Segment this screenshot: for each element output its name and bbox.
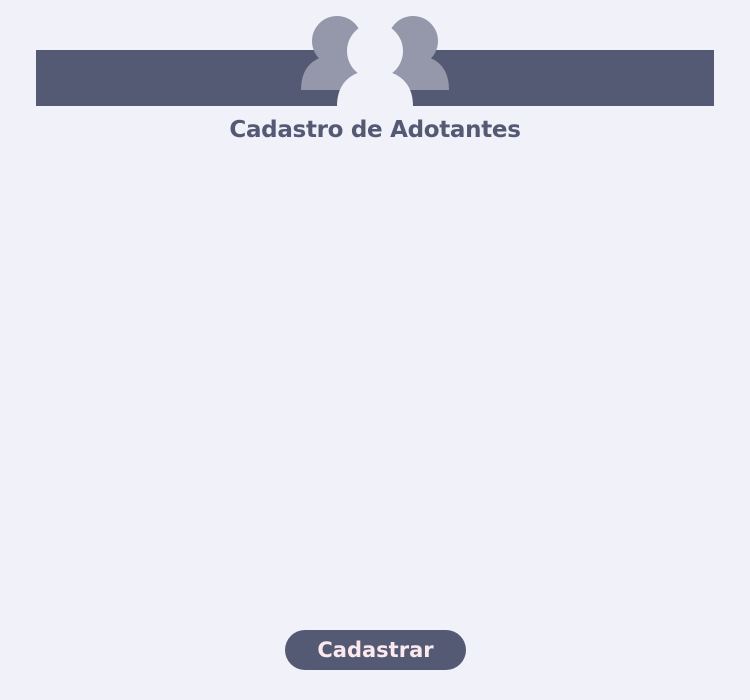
form-area xyxy=(36,160,714,610)
submit-button[interactable]: Cadastrar xyxy=(285,630,466,670)
users-group-icon xyxy=(300,10,450,106)
page-title: Cadastro de Adotantes xyxy=(229,117,521,143)
